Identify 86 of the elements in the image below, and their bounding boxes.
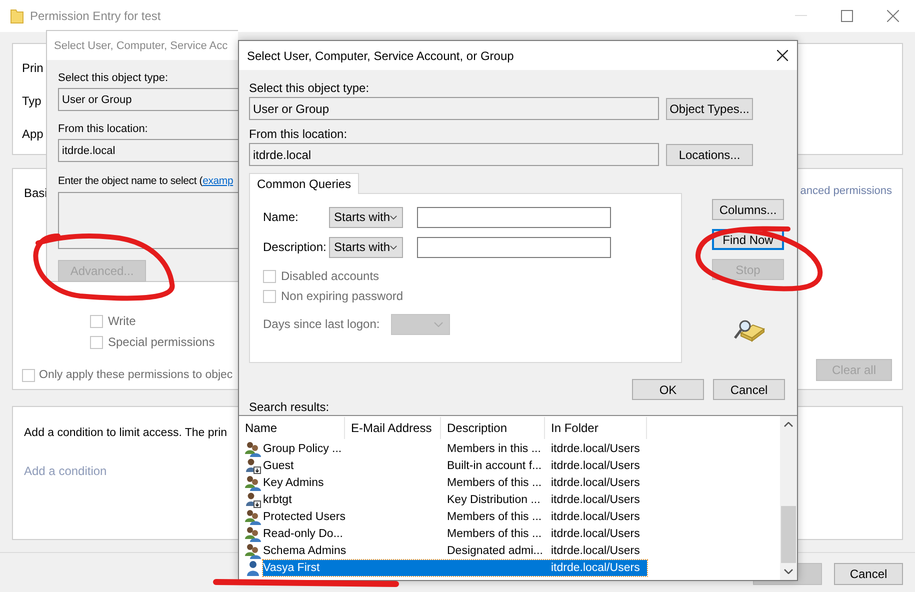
folder-cell-text: itdrde.local/Users — [550, 562, 641, 574]
dialog-title: Select User, Computer, Service Account, or Group — [247, 48, 514, 62]
scrollbar[interactable] — [780, 416, 797, 580]
object-type-field: User or Group — [249, 97, 659, 120]
description-cell: Members of this ... — [447, 510, 542, 522]
user-icon — [245, 458, 261, 474]
name-cell[interactable]: krbtgt — [263, 494, 345, 506]
object-type-label: Select this object type: — [58, 71, 170, 85]
scroll-down-icon[interactable] — [784, 569, 793, 574]
column-header[interactable]: In Folder — [545, 417, 647, 439]
object-types-button[interactable]: Object Types... — [666, 98, 753, 120]
location-label: From this location: — [58, 122, 149, 136]
group-icon — [245, 508, 261, 524]
chevron-icon — [390, 244, 397, 250]
query-label: Description: — [263, 240, 328, 254]
user-icon — [245, 560, 261, 576]
description-cell: Members in this ... — [447, 442, 541, 454]
folder-cell-text: itdrde.local/Users — [550, 442, 641, 454]
cancel-button[interactable]: Cancel — [713, 379, 785, 400]
folder-cell-text: itdrde.local/Users — [550, 528, 641, 540]
query-field[interactable] — [417, 206, 611, 228]
advanced-permissions-link[interactable]: anced permissions — [800, 185, 892, 197]
permission-label: Write — [108, 313, 136, 329]
query-field[interactable] — [417, 236, 611, 258]
minimize-icon[interactable] — [795, 15, 807, 17]
scroll-up-icon[interactable] — [784, 422, 793, 427]
window-title: Permission Entry for test — [30, 9, 161, 23]
group-icon — [245, 474, 261, 490]
folder-cell-text: itdrde.local/Users — [550, 460, 641, 472]
description-cell: Designated admi... — [447, 544, 543, 556]
type-label: Typ — [22, 93, 42, 109]
column-header[interactable]: Description — [441, 417, 545, 439]
checkbox-label: Only apply these permissions to objec — [39, 368, 233, 383]
folder-icon — [10, 8, 24, 24]
folder-cell-text: itdrde.local/Users — [550, 510, 641, 522]
principal-label: Prin — [22, 60, 44, 76]
condition-text: Add a condition to limit access. The prin — [24, 426, 228, 441]
group-icon — [245, 526, 261, 542]
group-icon — [245, 542, 261, 558]
object-name-field[interactable] — [58, 192, 238, 249]
tab[interactable]: Common Queries — [249, 173, 360, 194]
search-icon — [733, 319, 765, 343]
name-cell[interactable]: Key Admins — [263, 476, 345, 488]
permission-label: Special permissions — [108, 334, 215, 350]
name-cell[interactable]: Guest — [263, 460, 345, 472]
maximize-icon[interactable] — [841, 10, 853, 22]
cancel-button[interactable]: Cancel — [834, 563, 903, 585]
chevron-icon — [390, 214, 397, 220]
object-type-field: User or Group — [58, 88, 238, 111]
name-cell[interactable]: Read-only Do... — [263, 528, 345, 540]
checkbox-label: Disabled accounts — [281, 268, 380, 284]
folder-cell-text: itdrde.local/Users — [550, 544, 641, 556]
chevron-icon — [434, 322, 443, 326]
column-header[interactable]: E-Mail Address — [345, 417, 441, 439]
dialog-title: Select User, Computer, Service Acc — [54, 40, 228, 52]
scrollbar-thumb[interactable] — [781, 506, 796, 563]
object-name-label: Enter the object name to select ( — [58, 174, 203, 188]
name-cell[interactable]: Vasya First — [263, 562, 345, 574]
location-field: itdrde.local — [249, 143, 659, 166]
location-label: From this location: — [249, 127, 348, 141]
examples-link[interactable]: examp — [202, 174, 234, 188]
locations-button[interactable]: Locations... — [666, 144, 753, 166]
name-cell[interactable]: Protected Users — [263, 510, 345, 522]
query-button[interactable]: Columns... — [712, 199, 784, 220]
user-icon — [245, 492, 261, 508]
close-icon[interactable] — [777, 50, 788, 61]
days-label: Days since last logon: — [263, 316, 380, 332]
description-cell: Members of this ... — [447, 476, 542, 488]
group-icon — [245, 440, 261, 456]
checkbox-label: Non expiring password — [281, 288, 404, 304]
applies-label: App — [22, 126, 44, 142]
column-header[interactable]: Name — [239, 417, 345, 439]
description-cell: Key Distribution ... — [447, 494, 540, 506]
folder-cell-text: itdrde.local/Users — [550, 494, 641, 506]
name-cell[interactable]: Schema Admins — [263, 544, 345, 556]
search-results-label: Search results: — [249, 400, 330, 414]
operator-dropdown[interactable]: Starts with — [329, 236, 403, 258]
query-label: Name: — [263, 210, 300, 224]
object-type-label: Select this object type: — [249, 81, 370, 95]
name-cell[interactable]: Group Policy ... — [263, 442, 345, 454]
description-cell: Members of this ... — [447, 528, 542, 540]
location-field: itdrde.local — [58, 139, 238, 162]
operator-dropdown[interactable]: Starts with — [329, 206, 403, 228]
folder-cell-text: itdrde.local/Users — [550, 476, 641, 488]
ok-button[interactable]: OK — [632, 379, 704, 400]
description-cell: Built-in account f... — [447, 460, 542, 472]
